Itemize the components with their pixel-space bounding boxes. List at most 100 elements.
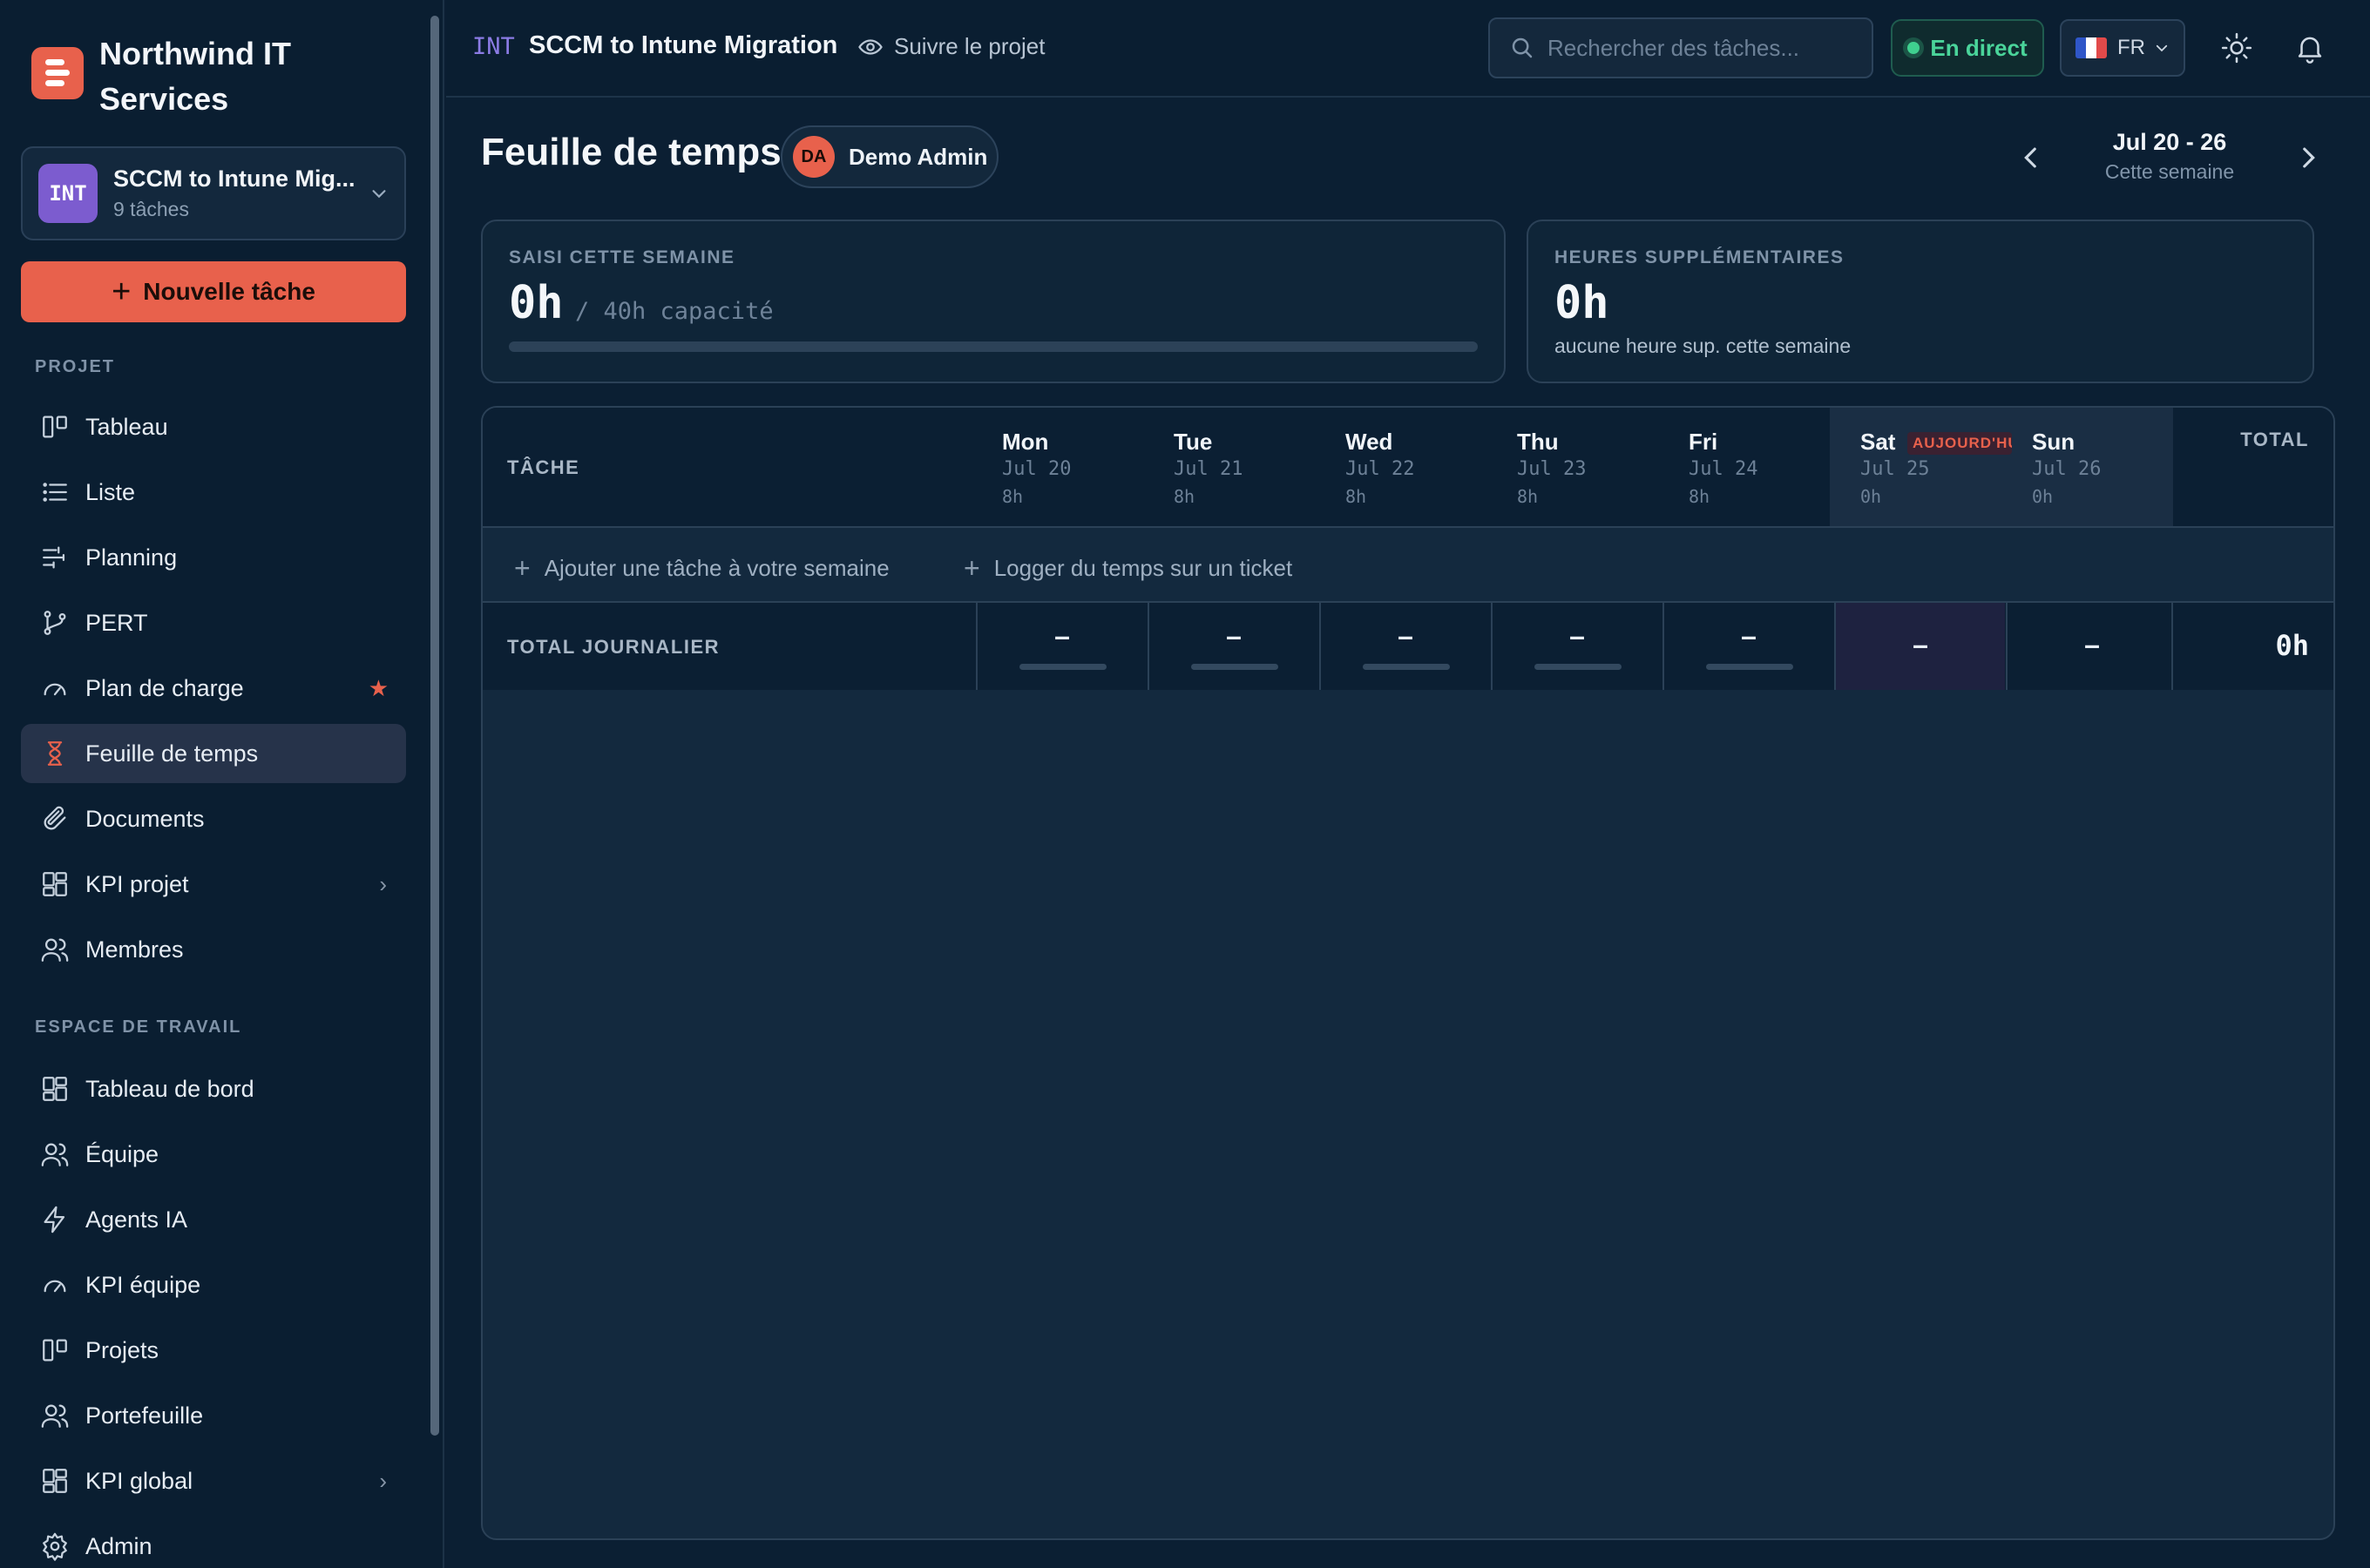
- day-date: Jul 20: [1002, 458, 1072, 480]
- overtime-note: aucune heure sup. cette semaine: [1554, 335, 1852, 357]
- logged-hours-value: 0h: [509, 277, 564, 329]
- day-header-sat: Sat AUJOURD'HUI Jul 25 0h: [1836, 408, 2012, 526]
- brand[interactable]: Northwind IT Services: [31, 31, 361, 122]
- sidebar-scrollbar[interactable]: [430, 16, 439, 1436]
- sidebar-item-tableau[interactable]: Tableau: [21, 397, 406, 456]
- day-date: Jul 21: [1174, 458, 1243, 480]
- sidebar-item-documents[interactable]: Documents: [21, 789, 406, 848]
- day-header-fri: Fri Jul 24 8h: [1664, 408, 1835, 526]
- timesheet-grid: TÂCHE Mon Jul 20 8h Tue Jul 21 8h Wed Jul 22 8h T…: [481, 406, 2335, 1540]
- capacity-progress-bar: [509, 341, 1478, 352]
- week-subtitle: Cette semaine: [2104, 160, 2235, 183]
- add-row: + Ajouter une tâche à votre semaine + Lo…: [483, 528, 2333, 603]
- day-header-sun: Sun Jul 26 0h: [2008, 408, 2178, 526]
- project-switcher[interactable]: INT SCCM to Intune Mig... 9 tâches: [21, 146, 406, 240]
- language-select[interactable]: FR: [2060, 19, 2185, 77]
- sidebar-item-label: Liste: [85, 478, 136, 505]
- log-ticket-label: Logger du temps sur un ticket: [993, 555, 1293, 581]
- daily-total-value: –: [1226, 620, 1242, 652]
- sidebar-item-equipe[interactable]: Équipe: [21, 1125, 406, 1184]
- live-dot-icon: [1907, 42, 1920, 54]
- day-name: Sat: [1860, 429, 1896, 455]
- chevron-right-icon[interactable]: [2293, 143, 2323, 172]
- daily-total-label: TOTAL JOURNALIER: [507, 636, 721, 658]
- daily-total-cell-wed: –: [1319, 603, 1490, 690]
- sidebar-item-tableau-de-bord[interactable]: Tableau de bord: [21, 1059, 406, 1119]
- sidebar-item-membres[interactable]: Membres: [21, 920, 406, 979]
- sidebar-item-portefeuille[interactable]: Portefeuille: [21, 1386, 406, 1445]
- star-icon: ★: [368, 674, 389, 701]
- day-capacity: 8h: [1517, 486, 1539, 507]
- daily-total-row: TOTAL JOURNALIER – – – – – – – 0h: [483, 603, 2333, 690]
- day-date: Jul 23: [1517, 458, 1587, 480]
- bolt-icon: [44, 1206, 65, 1233]
- sidebar-item-planning[interactable]: Planning: [21, 528, 406, 587]
- day-capacity: 0h: [1860, 486, 1882, 507]
- day-name: Wed: [1345, 429, 1393, 455]
- log-time-on-ticket-button[interactable]: + Logger du temps sur un ticket: [964, 552, 1292, 585]
- day-capacity: 8h: [1002, 486, 1024, 507]
- breadcrumb-project-title[interactable]: SCCM to Intune Migration: [529, 31, 837, 60]
- notification-bell-icon[interactable]: [2293, 31, 2326, 64]
- day-capacity: 8h: [1689, 486, 1710, 507]
- live-status-button[interactable]: En direct: [1891, 19, 2044, 77]
- day-date: Jul 26: [2032, 458, 2102, 480]
- overtime-value: 0h: [1554, 277, 1609, 329]
- topbar: INT SCCM to Intune Migration Suivre le p…: [446, 0, 2370, 98]
- sidebar-item-kpi-equipe[interactable]: KPI équipe: [21, 1255, 406, 1315]
- gauge-icon: [44, 683, 66, 696]
- chevron-right-icon: ›: [379, 1467, 387, 1494]
- daily-total-cell-sun: –: [2006, 603, 2177, 690]
- day-header-thu: Thu Jul 23 8h: [1493, 408, 1663, 526]
- sidebar-item-kpi-global[interactable]: KPI global ›: [21, 1451, 406, 1511]
- overtime-label: HEURES SUPPLÉMENTAIRES: [1554, 247, 1845, 267]
- brand-logo-icon: [31, 47, 84, 99]
- sidebar-item-kpi-projet[interactable]: KPI projet ›: [21, 855, 406, 914]
- add-task-to-week-button[interactable]: + Ajouter une tâche à votre semaine: [514, 552, 890, 585]
- daily-total-value: –: [2084, 629, 2100, 660]
- follow-project-button[interactable]: Suivre le projet: [857, 33, 1045, 60]
- sidebar-item-projets[interactable]: Projets: [21, 1321, 406, 1380]
- theme-toggle-sun-icon[interactable]: [2220, 31, 2253, 64]
- sidebar-item-label: Documents: [85, 805, 205, 832]
- new-task-button[interactable]: + Nouvelle tâche: [21, 261, 406, 322]
- eye-icon: [858, 38, 883, 55]
- search-icon: [1512, 37, 1533, 58]
- project-code-badge: INT: [38, 164, 98, 223]
- sidebar-item-label: PERT: [85, 609, 148, 636]
- sidebar-item-feuille-de-temps[interactable]: Feuille de temps: [21, 724, 406, 783]
- plus-icon: +: [514, 552, 531, 584]
- dashboard-icon: [43, 1077, 67, 1101]
- sidebar-item-label: Planning: [85, 544, 178, 571]
- day-capacity: 0h: [2032, 486, 2054, 507]
- daily-total-value: –: [1913, 629, 1928, 660]
- sidebar-item-label: Membres: [85, 936, 184, 963]
- day-date: Jul 22: [1345, 458, 1415, 480]
- dashboard-icon: [43, 872, 67, 896]
- plus-icon: +: [964, 552, 980, 584]
- sidebar-item-liste[interactable]: Liste: [21, 463, 406, 522]
- sidebar-item-admin[interactable]: Admin: [21, 1517, 406, 1568]
- daily-total-value: –: [1569, 620, 1585, 652]
- sidebar-item-label: Tableau: [85, 413, 168, 440]
- daily-fill-bar: [1019, 664, 1107, 670]
- page-title: Feuille de temps: [481, 131, 782, 173]
- chevron-down-icon: [2156, 44, 2168, 52]
- user-name: Demo Admin: [849, 143, 988, 170]
- brand-name: Northwind IT Services: [99, 36, 291, 117]
- plus-icon: +: [112, 273, 132, 310]
- grid-header: TÂCHE Mon Jul 20 8h Tue Jul 21 8h Wed Jul 22 8h T…: [483, 408, 2333, 528]
- day-capacity: 8h: [1174, 486, 1195, 507]
- daily-total-cell-mon: –: [976, 603, 1147, 690]
- user-chip[interactable]: DA Demo Admin: [781, 125, 999, 188]
- week-total-cell: 0h: [2171, 603, 2333, 690]
- gantt-icon: [43, 546, 65, 569]
- board-icon: [43, 1339, 67, 1362]
- sidebar-item-agents-ia[interactable]: Agents IA: [21, 1190, 406, 1249]
- sidebar-item-pert[interactable]: PERT: [21, 593, 406, 652]
- france-flag-icon: [2075, 37, 2107, 58]
- sidebar-item-label: Projets: [85, 1336, 159, 1363]
- sidebar-item-label: KPI global: [85, 1467, 193, 1494]
- search-input[interactable]: Rechercher des tâches...: [1488, 17, 1873, 78]
- sidebar-item-plan-de-charge[interactable]: Plan de charge ★: [21, 659, 406, 718]
